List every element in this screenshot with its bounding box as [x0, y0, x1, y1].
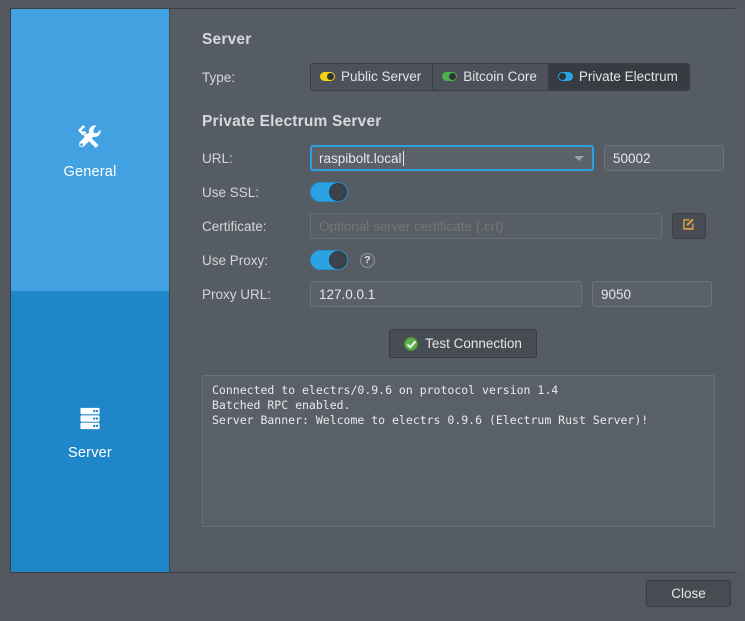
close-button-label: Close — [671, 586, 706, 601]
proxy-url-label: Proxy URL: — [202, 286, 272, 302]
chevron-down-icon[interactable] — [574, 156, 584, 161]
toggle-knob — [329, 183, 347, 201]
edit-pencil-icon — [681, 216, 697, 237]
server-type-option-bitcoin-core[interactable]: Bitcoin Core — [433, 64, 549, 90]
test-connection-label: Test Connection — [425, 336, 522, 351]
check-circle-icon — [404, 336, 419, 351]
url-value: raspibolt.local — [319, 150, 402, 166]
port-value: 50002 — [613, 150, 651, 166]
server-type-option-public-server-label: Public Server — [341, 69, 422, 84]
settings-dialog: General Server Server Type: Public Serve… — [0, 0, 745, 621]
use-proxy-row: Use Proxy: ? — [202, 247, 724, 273]
sidebar-item-general[interactable]: General — [11, 9, 169, 291]
port-input[interactable]: 50002 — [604, 145, 724, 171]
proxy-url-input[interactable]: 127.0.0.1 — [310, 281, 582, 307]
proxy-url-row: Proxy URL: 127.0.0.1 9050 — [202, 281, 724, 307]
sidebar-item-server-label: Server — [68, 445, 112, 462]
certificate-label: Certificate: — [202, 218, 267, 234]
dialog-footer: Close — [0, 573, 745, 621]
server-type-option-private-electrum-label: Private Electrum — [578, 69, 678, 84]
server-type-option-bitcoin-core-label: Bitcoin Core — [463, 69, 537, 84]
use-ssl-toggle[interactable] — [310, 182, 348, 202]
proxy-port-value: 9050 — [601, 286, 632, 302]
dialog-body: General Server Server Type: Public Serve… — [10, 8, 744, 573]
test-connection-row: Test Connection — [202, 329, 724, 358]
url-combobox[interactable]: raspibolt.local — [310, 145, 594, 171]
use-ssl-row: Use SSL: — [202, 179, 724, 205]
toggle-knob — [329, 251, 347, 269]
certificate-row: Certificate: — [202, 213, 724, 239]
certificate-browse-button[interactable] — [672, 213, 706, 239]
test-connection-button[interactable]: Test Connection — [389, 329, 537, 358]
toggle-blue-icon — [557, 72, 573, 81]
close-button[interactable]: Close — [646, 580, 731, 607]
help-icon[interactable]: ? — [360, 252, 375, 268]
use-ssl-label: Use SSL: — [202, 184, 260, 200]
toggle-yellow-icon — [320, 72, 335, 81]
server-section-title: Server — [202, 31, 252, 48]
certificate-input[interactable] — [310, 213, 662, 239]
proxy-url-value: 127.0.0.1 — [319, 286, 376, 302]
tools-icon — [73, 120, 107, 154]
sidebar-item-general-label: General — [63, 163, 117, 180]
use-proxy-toggle[interactable] — [310, 250, 348, 270]
text-caret — [402, 150, 404, 166]
connection-log-output[interactable]: Connected to electrs/0.9.6 on protocol v… — [202, 375, 715, 527]
sidebar-item-server[interactable]: Server — [11, 290, 169, 572]
settings-content-pane: Server Type: Public Server Bitcoin Core … — [169, 9, 744, 572]
proxy-port-input[interactable]: 9050 — [592, 281, 712, 307]
private-electrum-section-title: Private Electrum Server — [202, 113, 382, 130]
server-type-row: Type: Public Server Bitcoin Core Private… — [202, 63, 724, 91]
server-rack-icon — [73, 401, 107, 435]
server-type-segmented-control: Public Server Bitcoin Core Private Elect… — [310, 63, 690, 91]
use-proxy-label: Use Proxy: — [202, 252, 269, 268]
url-row: URL: raspibolt.local 50002 — [202, 145, 724, 171]
url-label: URL: — [202, 150, 233, 166]
server-type-label: Type: — [202, 69, 236, 85]
settings-sidebar: General Server — [11, 9, 169, 572]
server-type-option-public-server[interactable]: Public Server — [311, 64, 434, 90]
toggle-green-icon — [442, 72, 458, 81]
server-type-option-private-electrum[interactable]: Private Electrum — [548, 64, 689, 90]
